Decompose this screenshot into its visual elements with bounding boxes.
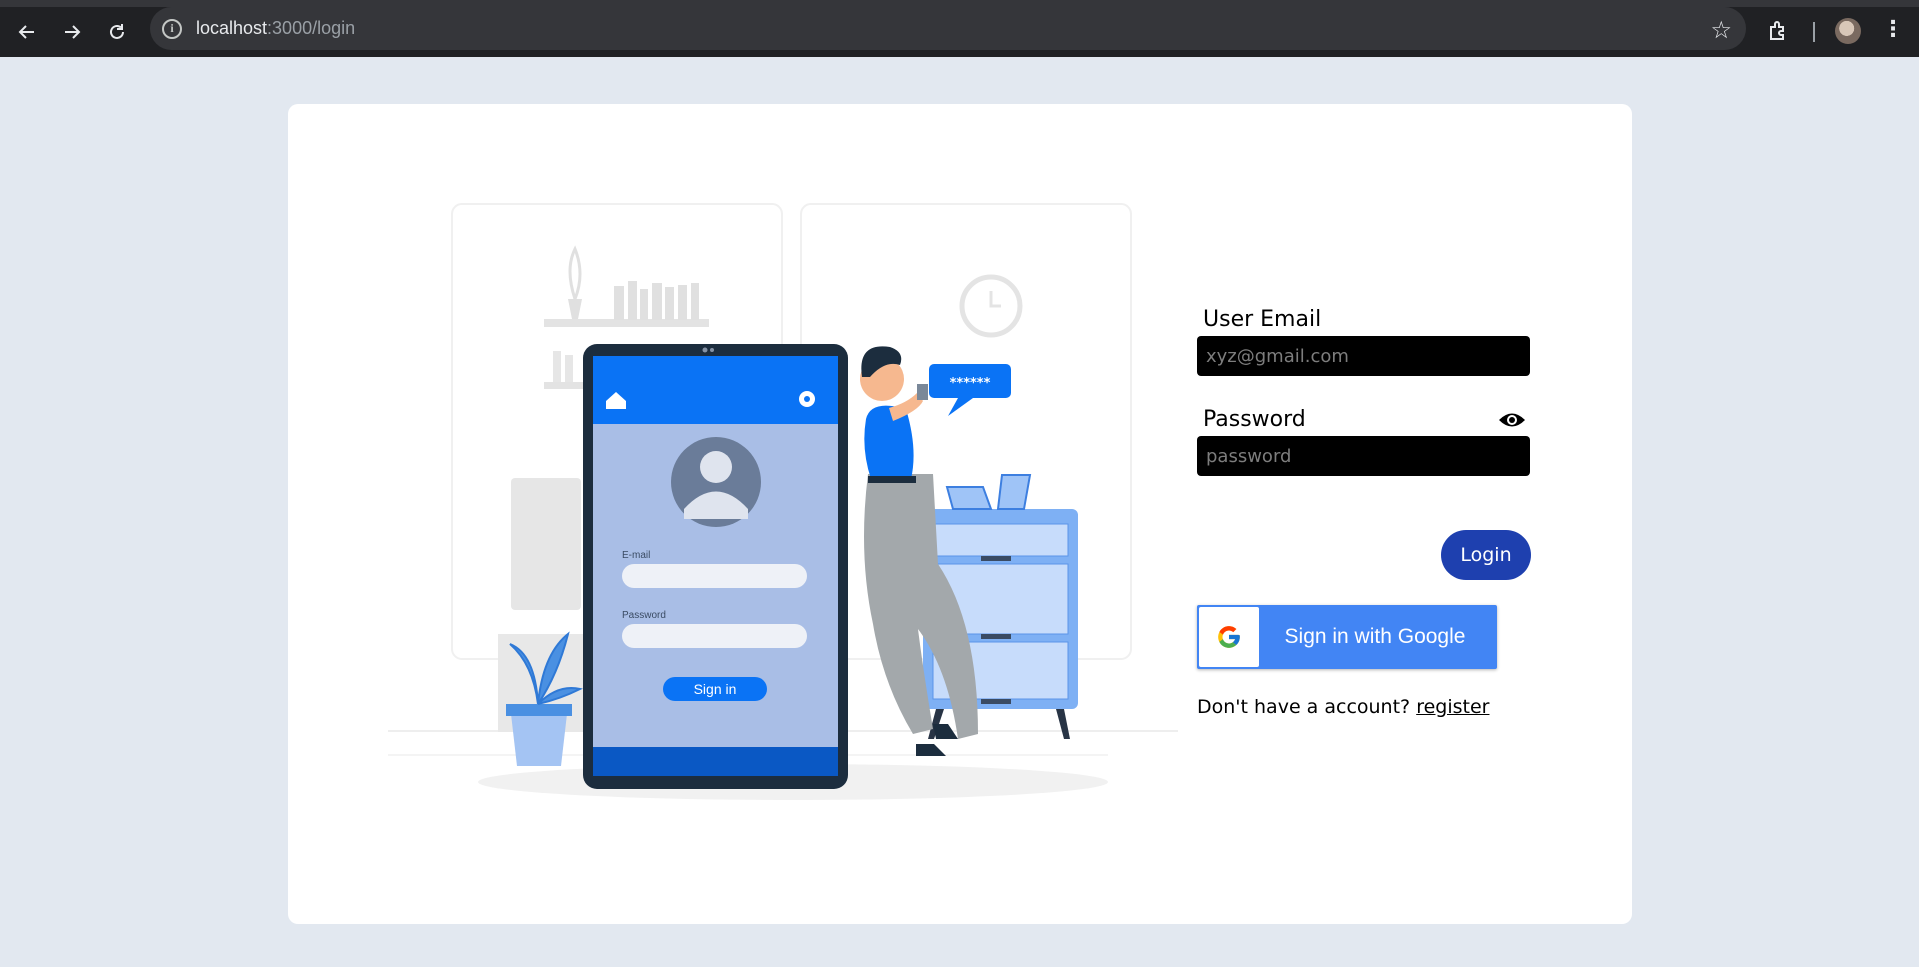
login-form: User Email Password (1197, 304, 1532, 476)
profile-avatar[interactable] (1835, 18, 1861, 44)
phone-password-label: Password (622, 610, 666, 621)
phone-email-label: E-mail (622, 550, 650, 561)
login-button[interactable]: Login (1441, 530, 1531, 580)
show-password-eye-icon[interactable] (1498, 410, 1526, 430)
toolbar-divider (1813, 22, 1815, 42)
url-host: localhost (196, 18, 268, 38)
google-signin-label: Sign in with Google (1284, 625, 1466, 648)
address-bar[interactable]: i localhost:3000/login ☆ (150, 7, 1746, 50)
register-link[interactable]: register (1416, 696, 1489, 718)
reload-icon[interactable] (101, 16, 133, 48)
url-text[interactable]: localhost:3000/login (196, 18, 355, 39)
password-row: Password (1197, 404, 1532, 476)
google-signin-button[interactable]: Sign in with Google (1197, 605, 1497, 669)
password-input[interactable] (1197, 436, 1530, 476)
forward-arrow-icon[interactable] (56, 16, 88, 48)
extensions-icon[interactable] (1767, 19, 1791, 43)
signup-prompt-text: Don't have a account? (1197, 696, 1411, 718)
bookmark-star-icon[interactable]: ☆ (1710, 16, 1732, 44)
login-card: E-mail Password Sign in ****** User Emai… (288, 104, 1632, 924)
browser-toolbar: i localhost:3000/login ☆ ⋮ (0, 0, 1919, 57)
url-path: :3000/login (267, 18, 356, 38)
password-label: Password (1203, 407, 1306, 432)
site-info-icon[interactable]: i (162, 18, 182, 39)
phone-signin-label: Sign in (694, 681, 737, 697)
signup-prompt: Don't have a account? register (1197, 696, 1489, 718)
bubble-password-text: ****** (950, 376, 991, 391)
email-label: User Email (1203, 307, 1322, 332)
back-arrow-icon[interactable] (11, 16, 43, 48)
google-logo-icon (1199, 607, 1259, 667)
menu-kebab-icon[interactable]: ⋮ (1882, 17, 1904, 42)
login-illustration: E-mail Password Sign in ****** (388, 203, 1178, 800)
email-input[interactable] (1197, 336, 1530, 376)
